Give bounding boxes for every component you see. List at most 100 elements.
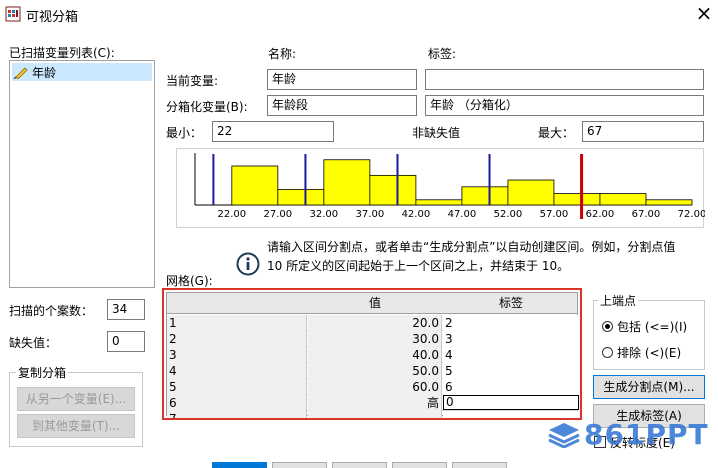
grid-body: 值 标签 1 20.0 2 2 30.0 3 3 40.0 4 4 50.0 5… xyxy=(166,292,579,418)
table-row[interactable]: 3 40.0 4 xyxy=(167,347,579,363)
info-icon xyxy=(236,252,260,276)
missing-field: 0 xyxy=(107,331,145,352)
table-row[interactable]: 5 60.0 6 xyxy=(167,379,579,395)
histogram-panel: 22.00 27.00 32.00 37.00 42.00 47.00 52.00 57.00… xyxy=(176,148,706,229)
row-number: 7 xyxy=(167,411,307,418)
paste-button[interactable] xyxy=(272,462,327,468)
cutpoint-label-editing[interactable]: 0 xyxy=(443,395,579,410)
include-radio-label: 包括 (<=)(I) xyxy=(617,320,688,334)
cutpoint-value[interactable]: 50.0 xyxy=(308,363,442,379)
histogram-bar-4 xyxy=(369,174,417,206)
histogram-chart[interactable]: 22.00 27.00 32.00 37.00 42.00 47.00 52.00 57.00… xyxy=(177,149,706,229)
row-number: 5 xyxy=(167,379,307,395)
histogram-bar-10 xyxy=(645,199,693,206)
table-row[interactable]: 2 30.0 3 xyxy=(167,331,579,347)
table-row[interactable]: 1 20.0 2 xyxy=(167,315,579,331)
table-row[interactable]: 7 xyxy=(167,411,579,418)
max-value-field: 67 xyxy=(582,121,704,142)
exclude-radio-label: 排除 (<)(E) xyxy=(617,346,682,360)
ok-button[interactable] xyxy=(212,462,267,468)
binned-variable-name-field[interactable]: 年龄段 xyxy=(267,95,417,116)
exclude-radio[interactable]: 排除 (<)(E) xyxy=(602,344,681,361)
cancel-button[interactable] xyxy=(392,462,447,468)
x-tick-label-11: 72.00 xyxy=(678,209,705,220)
table-row[interactable]: 4 50.0 5 xyxy=(167,363,579,379)
hint-text: 请输入区间分割点，或者单击“生成分割点”以自动创建区间。例如，分割点值 10 所… xyxy=(267,238,707,276)
binned-variable-label: 分箱化变量(B): xyxy=(166,100,248,114)
histogram-bar-9 xyxy=(599,193,647,206)
layers-icon xyxy=(548,422,580,448)
cutpoint-value[interactable] xyxy=(308,411,442,418)
make-cutpoints-button[interactable]: 生成分割点(M)... xyxy=(593,375,705,399)
current-variable-name-field[interactable]: 年龄 xyxy=(267,69,417,90)
hint-line-2: 10 所定义的区间起始于上一个区间之上，并结束于 10。 xyxy=(267,259,570,273)
hint-line-1: 请输入区间分割点，或者单击“生成分割点”以自动创建区间。例如，分割点值 xyxy=(267,240,676,254)
cutpoint-label[interactable]: 4 xyxy=(443,347,579,363)
binned-variable-label-field[interactable]: 年龄 （分箱化） xyxy=(425,95,704,116)
histogram-bar-8 xyxy=(553,193,601,206)
cutpoint-value[interactable]: 40.0 xyxy=(308,347,442,363)
scanned-count-label: 扫描的个案数： xyxy=(9,304,94,318)
copy-bins-group-label: 复制分箱 xyxy=(16,364,69,381)
x-tick-label-9: 62.00 xyxy=(586,209,615,220)
grid-col-label: 标签 xyxy=(498,296,523,310)
watermark-text: 861PPT xyxy=(584,418,709,451)
cutpoint-grid: 值 标签 1 20.0 2 2 30.0 3 3 40.0 4 4 50.0 5… xyxy=(162,288,582,420)
cutpoint-label[interactable]: 6 xyxy=(443,379,579,395)
ruler-pencil-icon xyxy=(14,67,28,79)
watermark: 861PPT xyxy=(548,418,709,451)
window-title: 可视分箱 xyxy=(26,10,79,25)
label-header: 标签: xyxy=(428,47,457,61)
current-variable-label-field[interactable] xyxy=(425,69,704,90)
x-tick-label-2: 27.00 xyxy=(264,209,293,220)
row-number: 6 xyxy=(167,395,307,411)
scanned-variable-list[interactable]: 年龄 xyxy=(9,60,155,288)
copy-to-variables-button[interactable]: 到其他变量(T)... xyxy=(17,414,135,438)
list-item[interactable]: 年龄 xyxy=(12,63,152,81)
cutpoint-label[interactable]: 3 xyxy=(443,331,579,347)
scanned-list-label: 已扫描变量列表(C): xyxy=(9,46,115,60)
reset-button[interactable] xyxy=(332,462,387,468)
max-label: 最大： xyxy=(538,126,575,140)
x-tick-label-4: 37.00 xyxy=(356,209,385,220)
table-row[interactable]: 6 高 0 xyxy=(167,395,579,411)
close-icon[interactable]: × xyxy=(694,1,714,25)
x-tick-label-8: 57.00 xyxy=(540,209,569,220)
histogram-bar-2 xyxy=(277,189,325,206)
cutpoint-value[interactable]: 高 xyxy=(308,395,442,411)
row-number: 1 xyxy=(167,315,307,331)
app-icon xyxy=(5,6,21,22)
radio-unselected-icon xyxy=(602,347,613,358)
cutpoint-value[interactable]: 30.0 xyxy=(308,331,442,347)
x-tick-label-1: 22.00 xyxy=(217,209,246,220)
row-number: 4 xyxy=(167,363,307,379)
histogram-bar-7 xyxy=(507,179,555,206)
upper-endpoint-label: 上端点 xyxy=(598,292,639,309)
name-header: 名称: xyxy=(268,47,297,61)
x-tick-label-7: 52.00 xyxy=(494,209,523,220)
min-label: 最小： xyxy=(166,126,203,140)
histogram-bar-1 xyxy=(231,165,279,206)
x-tick-label-5: 42.00 xyxy=(402,209,431,220)
row-number: 2 xyxy=(167,331,307,347)
row-number: 3 xyxy=(167,347,307,363)
x-tick-label-6: 47.00 xyxy=(448,209,477,220)
current-variable-label: 当前变量: xyxy=(166,74,219,88)
nonmissing-label: 非缺失值 xyxy=(412,126,461,140)
min-value-field: 22 xyxy=(212,121,334,142)
help-button[interactable] xyxy=(452,462,507,468)
x-tick-label-10: 67.00 xyxy=(632,209,661,220)
histogram-bar-5 xyxy=(415,199,463,206)
cutpoint-value[interactable]: 20.0 xyxy=(308,315,442,331)
grid-label: 网格(G): xyxy=(166,274,213,288)
histogram-bar-6 xyxy=(461,186,509,206)
histogram-bar-3 xyxy=(323,159,371,206)
cutpoint-label[interactable]: 2 xyxy=(443,315,579,331)
include-radio[interactable]: 包括 (<=)(I) xyxy=(602,318,687,335)
x-tick-label-3: 32.00 xyxy=(310,209,339,220)
cutpoint-label[interactable]: 5 xyxy=(443,363,579,379)
cutpoint-value[interactable]: 60.0 xyxy=(308,379,442,395)
missing-label: 缺失值： xyxy=(9,336,58,350)
grid-col-value: 值 xyxy=(368,296,381,310)
copy-from-variable-button[interactable]: 从另一个变量(E)... xyxy=(17,387,135,411)
